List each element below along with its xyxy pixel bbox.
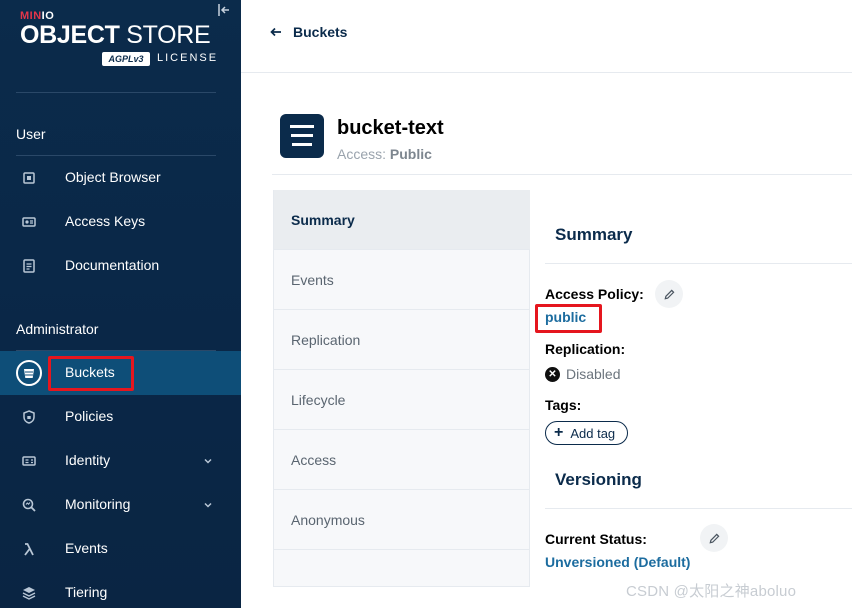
replication-status: ✕ Disabled [545,366,620,382]
versioning-title: Versioning [555,470,642,489]
top-bar: Buckets [241,0,852,73]
back-to-buckets-link[interactable]: Buckets [269,24,347,40]
logo-license: LICENSE [157,52,219,64]
documentation-icon [20,257,38,275]
watermark: CSDN @太阳之神aboluo [626,583,797,600]
logo-product: OBJECT STORE [20,21,211,49]
bucket-tabs: Summary Events Replication Lifecycle Acc… [273,190,530,587]
identity-icon [20,452,38,470]
sidebar-item-policies[interactable]: Policies [0,395,241,439]
current-status-label: Current Status: [545,531,647,547]
sidebar-item-object-browser[interactable]: Object Browser [0,156,241,200]
plus-icon: + [554,424,564,441]
versioning-status-value: Unversioned (Default) [545,554,691,570]
arrow-left-icon [269,25,283,39]
sidebar-item-tiering[interactable]: Tiering [0,571,241,608]
chevron-down-icon[interactable] [201,498,215,512]
sidebar-item-label: Identity [65,452,111,468]
collapse-sidebar-icon[interactable] [216,2,232,18]
shield-icon [20,408,38,426]
pencil-icon [664,289,674,299]
tab-lifecycle[interactable]: Lifecycle [274,370,530,430]
highlight-box-access-policy [535,304,602,333]
sidebar-item-events[interactable]: Events [0,527,241,571]
sidebar-item-label: Events [65,540,108,556]
monitoring-icon [20,496,38,514]
header-divider [272,174,852,175]
back-label: Buckets [293,24,348,40]
sidebar-item-label: Policies [65,408,114,424]
sidebar-item-identity[interactable]: Identity [0,439,241,483]
user-section-title: User [16,126,46,142]
replication-label: Replication: [545,341,626,357]
versioning-divider [545,508,852,509]
sidebar: MINIO OBJECT STORE AGPLv3 LICENSE User O… [0,0,241,608]
app-root: MINIO OBJECT STORE AGPLv3 LICENSE User O… [0,0,852,608]
summary-panel: Summary Access Policy: public Replicatio… [531,190,852,587]
sidebar-item-label: Documentation [65,257,160,273]
sidebar-item-documentation[interactable]: Documentation [0,244,241,288]
tab-replication[interactable]: Replication [274,310,530,370]
sidebar-divider [16,92,216,93]
edit-access-policy-button[interactable] [655,280,683,308]
add-tag-label: Add tag [570,425,616,441]
bucket-icon [280,114,324,158]
minio-logo: MINIO OBJECT STORE AGPLv3 LICENSE [20,10,220,70]
tab-summary[interactable]: Summary [274,190,530,250]
sidebar-item-monitoring[interactable]: Monitoring [0,483,241,527]
highlight-box-buckets [48,356,134,391]
lambda-icon [20,540,38,558]
bucket-icon [16,360,42,386]
sidebar-item-label: Object Browser [65,169,161,185]
agpl-badge: AGPLv3 [102,52,150,66]
admin-section-title: Administrator [16,321,99,337]
tab-anonymous[interactable]: Anonymous [274,490,530,550]
sidebar-item-label: Tiering [65,584,108,600]
tags-label: Tags: [545,397,582,413]
bucket-access-value: Public [389,146,432,162]
replication-value: Disabled [566,366,621,382]
access-policy-label: Access Policy: [545,286,644,302]
sidebar-item-label: Monitoring [65,496,131,512]
bucket-access: Access: Public [337,146,432,162]
pencil-icon [709,533,719,543]
close-circle-icon: ✕ [545,366,560,382]
summary-divider [545,263,852,264]
chevron-down-icon[interactable] [201,454,215,468]
tab-access[interactable]: Access [274,430,530,490]
summary-title: Summary [555,225,633,244]
access-keys-icon [20,213,38,231]
tab-events[interactable]: Events [274,250,530,310]
object-browser-icon [20,169,38,187]
add-tag-button[interactable]: + Add tag [545,421,629,445]
tiering-icon [20,584,38,602]
sidebar-item-label: Access Keys [65,213,146,229]
sidebar-item-access-keys[interactable]: Access Keys [0,200,241,244]
bucket-header: bucket-text Access: Public [280,114,852,174]
edit-versioning-button[interactable] [700,524,728,552]
bucket-name: bucket-text [337,117,444,139]
